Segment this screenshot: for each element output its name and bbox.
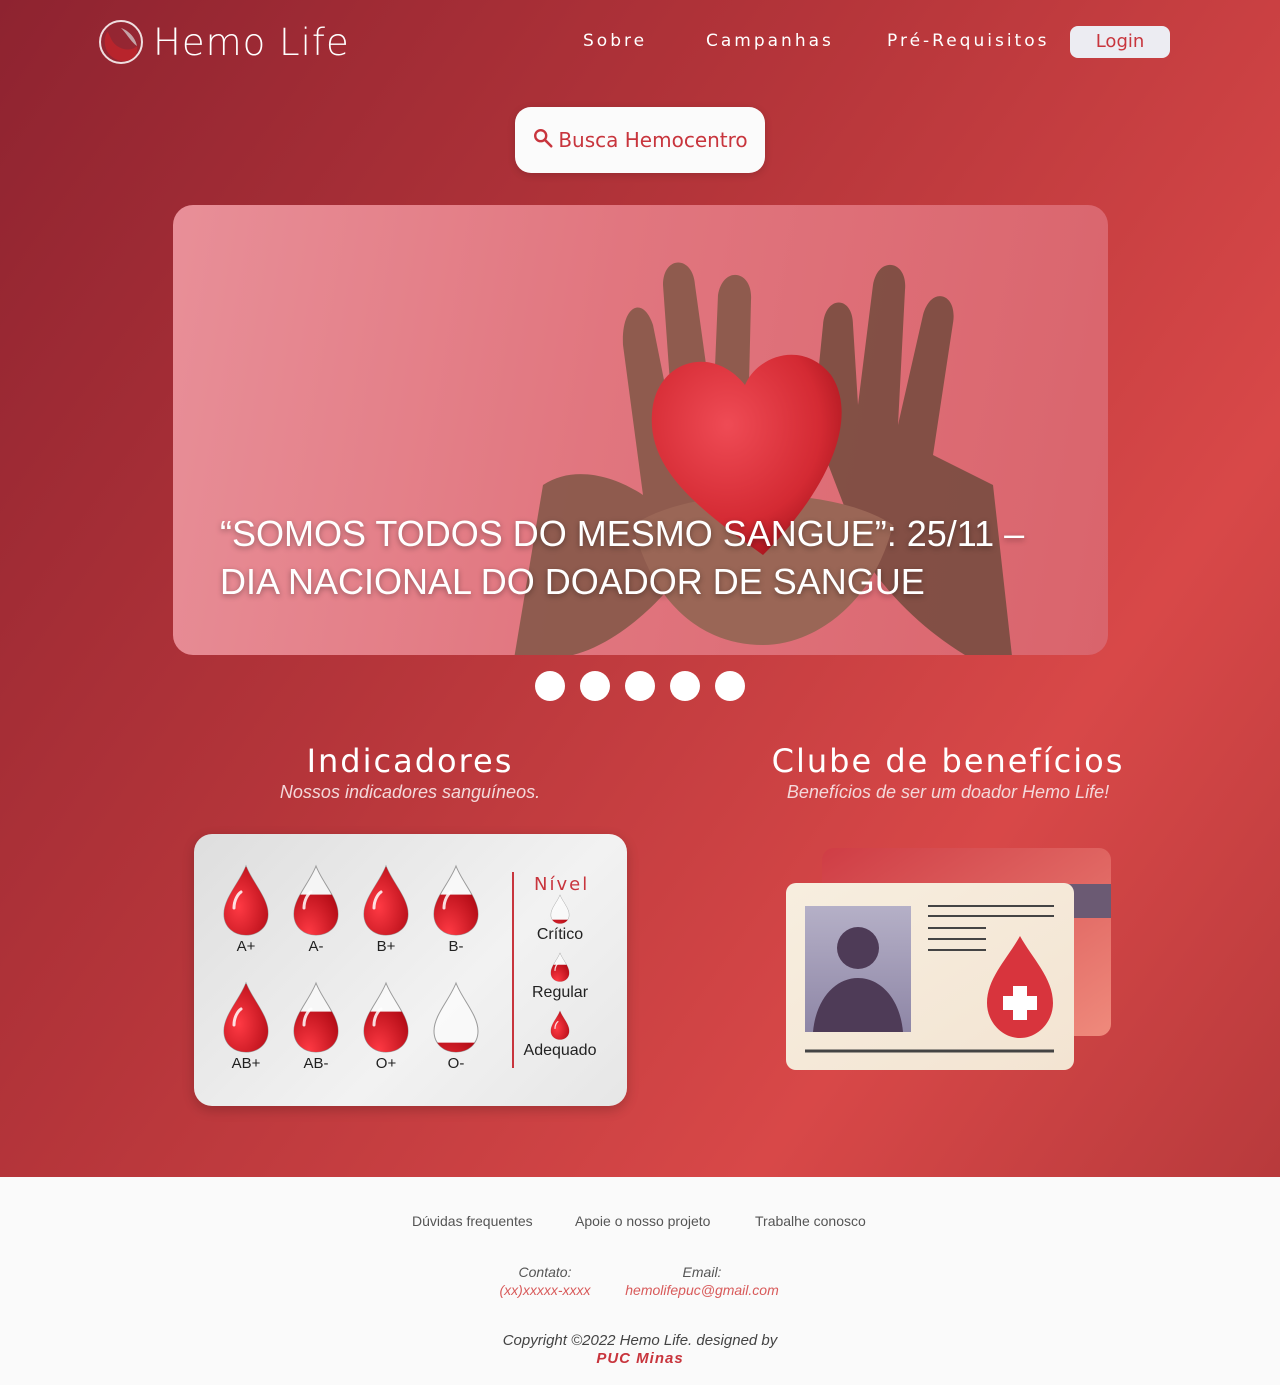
blood-type-indicator: AB- (286, 981, 346, 1072)
login-button[interactable]: Login (1070, 26, 1170, 58)
search-button-label: Busca Hemocentro (558, 128, 748, 152)
nav-link-pre-requisitos[interactable]: Pré-Requisitos (887, 31, 1049, 51)
blood-drop-icon (363, 864, 409, 936)
blood-type-label: O- (447, 1055, 465, 1072)
benefits-title: Clube de benefícios (771, 742, 1125, 780)
nav-link-campanhas[interactable]: Campanhas (706, 31, 834, 51)
level-label: Adequado (523, 1042, 597, 1059)
level-drop-icon (550, 1010, 570, 1040)
carousel-dot[interactable] (670, 671, 700, 701)
level-divider (512, 872, 514, 1068)
indicators-subtitle: Nossos indicadores sanguíneos. (279, 782, 541, 802)
blood-drop-icon (293, 864, 339, 936)
blood-drop-icon (433, 981, 479, 1053)
blood-type-label: A+ (236, 938, 256, 955)
level-label: Regular (531, 984, 589, 1001)
carousel-dot[interactable] (715, 671, 745, 701)
carousel-caption-line2: DIA NACIONAL DO DOADOR DE SANGUE (220, 561, 925, 602)
carousel-dots (535, 671, 745, 701)
indicators-title: Indicadores (306, 742, 514, 780)
blood-drop-icon (293, 981, 339, 1053)
nav-link-sobre[interactable]: Sobre (583, 31, 647, 51)
level-legend-item: Crítico (519, 894, 601, 944)
blood-type-label: B- (448, 938, 464, 955)
blood-drop-icon (433, 864, 479, 936)
copyright: Copyright ©2022 Hemo Life. designed by P… (440, 1332, 840, 1368)
carousel-dot[interactable] (625, 671, 655, 701)
email-label: Email: (682, 1264, 722, 1280)
blood-type-indicator: O+ (356, 981, 416, 1072)
level-drop-icon (550, 894, 570, 924)
carousel-dot[interactable] (580, 671, 610, 701)
blood-drop-icon (223, 981, 269, 1053)
blood-type-indicator: AB+ (216, 981, 276, 1072)
copyright-text: Copyright ©2022 Hemo Life. designed by (502, 1332, 778, 1349)
level-label: Crítico (536, 926, 584, 943)
benefits-subtitle: Benefícios de ser um doador Hemo Life! (786, 782, 1110, 802)
blood-type-label: AB+ (231, 1055, 261, 1072)
top-nav: Sobre Campanhas Pré-Requisitos Login (0, 26, 1280, 58)
donor-card-image[interactable] (786, 848, 1111, 1070)
carousel-caption-line1: “SOMOS TODOS DO MESMO SANGUE”: 25/11 – (220, 513, 1025, 554)
footer-link-careers[interactable]: Trabalhe conosco (755, 1213, 866, 1229)
footer-link-faq[interactable]: Dúvidas frequentes (412, 1213, 533, 1229)
blood-type-label: AB- (303, 1055, 329, 1072)
carousel-caption[interactable]: “SOMOS TODOS DO MESMO SANGUE”: 25/11 – D… (220, 510, 1040, 606)
contact-label: Contato: (518, 1264, 572, 1280)
level-title: Nível (534, 874, 590, 895)
blood-drop-icon (223, 864, 269, 936)
blood-indicators-panel: A+ A- B+ B- AB+ AB- O+ O- Nível Crítico Regular A… (194, 834, 627, 1106)
email-link[interactable]: hemolifepuc@gmail.com (612, 1282, 792, 1298)
contact-phone[interactable]: (xx)xxxxx-xxxx (485, 1282, 605, 1298)
blood-type-indicator: O- (426, 981, 486, 1072)
designer-link[interactable]: PUC Minas (440, 1350, 840, 1368)
level-legend-item: Adequado (519, 1010, 601, 1060)
news-carousel[interactable]: “SOMOS TODOS DO MESMO SANGUE”: 25/11 – D… (173, 205, 1108, 655)
blood-type-label: A- (308, 938, 324, 955)
blood-type-indicator: B+ (356, 864, 416, 955)
blood-type-indicator: B- (426, 864, 486, 955)
blood-drop-icon (363, 981, 409, 1053)
level-drop-icon (550, 952, 570, 982)
blood-type-label: O+ (375, 1055, 397, 1072)
carousel-dot[interactable] (535, 671, 565, 701)
blood-type-label: B+ (376, 938, 396, 955)
blood-type-indicator: A+ (216, 864, 276, 955)
donor-id-card-icon (786, 848, 1111, 1070)
blood-type-indicator: A- (286, 864, 346, 955)
search-hemocentro-button[interactable]: Busca Hemocentro (515, 107, 765, 173)
search-icon (534, 129, 553, 148)
footer-link-support[interactable]: Apoie o nosso projeto (575, 1213, 710, 1229)
level-legend-item: Regular (519, 952, 601, 1002)
